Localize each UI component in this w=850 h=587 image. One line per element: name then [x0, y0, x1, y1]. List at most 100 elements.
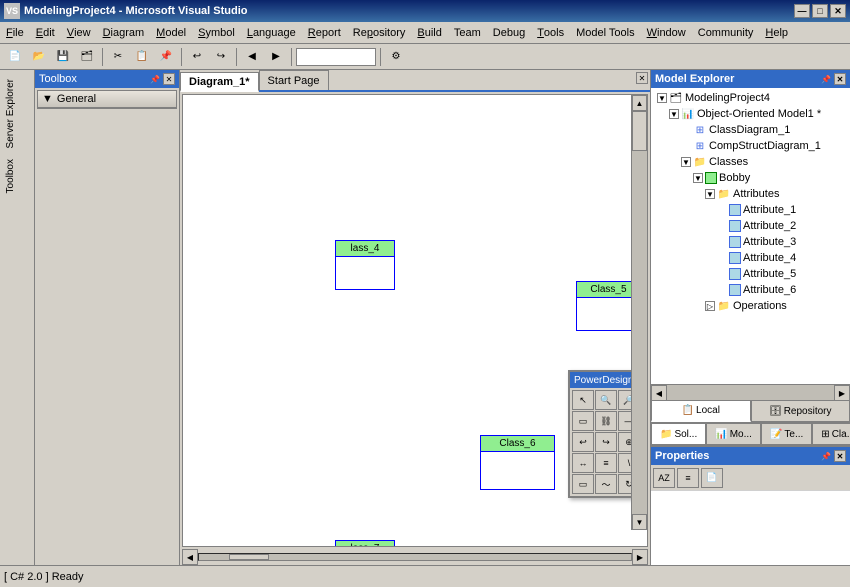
explorer-hscroll[interactable]: ◀ ▶: [651, 384, 850, 400]
uml-class-4[interactable]: lass_4: [335, 240, 395, 290]
menu-model[interactable]: Model: [150, 22, 192, 44]
tree-attr6[interactable]: ▷ Attribute_6: [653, 282, 848, 298]
tree-operations[interactable]: ▷ 📁 Operations: [653, 298, 848, 314]
diagram-canvas[interactable]: lass_4 Class_5 Class_6 lass_7 Class_8: [182, 94, 648, 547]
explorer-close-btn[interactable]: ✕: [834, 73, 846, 85]
palette-q1[interactable]: ↔: [572, 453, 594, 473]
toolbar-icon1[interactable]: ⚙: [385, 46, 407, 68]
toolbar-saveall[interactable]: 🗂: [76, 46, 98, 68]
exp-scroll-left[interactable]: ◀: [651, 385, 667, 401]
prop-az-btn[interactable]: AZ: [653, 468, 675, 488]
tree-attr1[interactable]: ▷ Attribute_1: [653, 202, 848, 218]
menu-repository[interactable]: Repository: [347, 22, 412, 44]
palette-q2[interactable]: ≡: [595, 453, 617, 473]
toolbar-forward[interactable]: ▶: [265, 46, 287, 68]
toolbox-close-btn[interactable]: ✕: [163, 73, 175, 85]
tree-classdiagram[interactable]: ▷ ⊞ ClassDiagram_1: [653, 122, 848, 138]
menu-window[interactable]: Window: [641, 22, 692, 44]
tab-startpage[interactable]: Start Page: [259, 70, 329, 90]
scroll-track-h[interactable]: [198, 553, 632, 561]
menu-diagram[interactable]: Diagram: [97, 22, 151, 44]
tree-attributes[interactable]: ▼ 📁 Attributes: [653, 186, 848, 202]
menu-help[interactable]: Help: [759, 22, 794, 44]
menu-edit[interactable]: Edit: [30, 22, 61, 44]
tab-diagram[interactable]: Diagram_1*: [180, 72, 259, 92]
toolbar-paste[interactable]: 📌: [155, 46, 177, 68]
menu-build[interactable]: Build: [411, 22, 447, 44]
tree-expand-ops[interactable]: ▷: [705, 301, 715, 311]
menu-view[interactable]: View: [61, 22, 97, 44]
toolbar-open[interactable]: 📂: [28, 46, 50, 68]
scroll-thumb-h[interactable]: [229, 554, 269, 560]
palette-link[interactable]: ⛓: [595, 411, 617, 431]
toolbox-pin-btn[interactable]: 📌: [149, 73, 161, 85]
palette-p2[interactable]: ↪: [595, 432, 617, 452]
tree-compdiagram[interactable]: ▷ ⊞ CompStructDiagram_1: [653, 138, 848, 154]
palette-select[interactable]: ▭: [572, 411, 594, 431]
close-button[interactable]: ✕: [830, 4, 846, 18]
explorer-pin-btn[interactable]: 📌: [820, 73, 832, 85]
palette-r2[interactable]: 〜: [595, 474, 617, 494]
scroll-down-arrow[interactable]: ▼: [632, 514, 647, 530]
minimize-button[interactable]: —: [794, 4, 810, 18]
menu-team[interactable]: Team: [448, 22, 487, 44]
tree-expand-classes[interactable]: ▼: [681, 157, 691, 167]
tree-attr4[interactable]: ▷ Attribute_4: [653, 250, 848, 266]
tree-attr5[interactable]: ▷ Attribute_5: [653, 266, 848, 282]
menu-modeltools[interactable]: Model Tools: [570, 22, 641, 44]
palette-p1[interactable]: ↩: [572, 432, 594, 452]
tab-local[interactable]: 📋 Local: [651, 400, 751, 422]
uml-class-6[interactable]: Class_6: [480, 435, 555, 490]
bottom-tab-mo[interactable]: 📊 Mo...: [706, 423, 761, 445]
bottom-tab-sol[interactable]: 📁 Sol...: [651, 423, 706, 445]
scroll-thumb-v[interactable]: [632, 111, 647, 151]
toolbar-copy[interactable]: 📋: [131, 46, 153, 68]
maximize-button[interactable]: □: [812, 4, 828, 18]
tree-expand-model[interactable]: ▼: [669, 109, 679, 119]
toolbar-back[interactable]: ◀: [241, 46, 263, 68]
menu-tools[interactable]: Tools: [531, 22, 570, 44]
toolbar-cut[interactable]: ✂: [107, 46, 129, 68]
tree-classes[interactable]: ▼ 📁 Classes: [653, 154, 848, 170]
diagram-panel-close[interactable]: ✕: [636, 72, 648, 84]
toolbar-redo[interactable]: ↪: [210, 46, 232, 68]
tab-repository[interactable]: 🗄 Repository: [751, 400, 850, 422]
palette-pointer[interactable]: ↖: [572, 390, 594, 410]
toolbar-save[interactable]: 💾: [52, 46, 74, 68]
tree-expand-bobby[interactable]: ▼: [693, 173, 703, 183]
menu-debug[interactable]: Debug: [487, 22, 531, 44]
scroll-left-arrow[interactable]: ◀: [182, 549, 198, 565]
menu-symbol[interactable]: Symbol: [192, 22, 241, 44]
palette-zoom-in[interactable]: 🔍: [595, 390, 617, 410]
toolbox-side-tab[interactable]: Toolbox: [2, 154, 19, 198]
properties-pin-btn[interactable]: 📌: [820, 450, 832, 462]
menu-language[interactable]: Language: [241, 22, 302, 44]
menu-community[interactable]: Community: [692, 22, 760, 44]
menu-file[interactable]: File: [0, 22, 30, 44]
scroll-right-arrow[interactable]: ▶: [632, 549, 648, 565]
palette-r1[interactable]: ▭: [572, 474, 594, 494]
bottom-tab-cla[interactable]: ⊞ Cla...: [812, 423, 850, 445]
tree-expand-project[interactable]: ▼: [657, 93, 667, 103]
exp-scroll-right[interactable]: ▶: [834, 385, 850, 401]
scrollbar-h[interactable]: ◀ ▶: [180, 549, 650, 565]
bottom-tab-te[interactable]: 📝 Te...: [761, 423, 812, 445]
scroll-up-arrow[interactable]: ▲: [632, 95, 647, 111]
exp-scroll-track[interactable]: [667, 385, 834, 400]
properties-close-btn[interactable]: ✕: [834, 450, 846, 462]
server-explorer-tab[interactable]: Server Explorer: [2, 74, 19, 153]
tree-attr3[interactable]: ▷ Attribute_3: [653, 234, 848, 250]
prop-cat-btn[interactable]: ≡: [677, 468, 699, 488]
tree-bobby[interactable]: ▼ Bobby: [653, 170, 848, 186]
tree-model[interactable]: ▼ 📊 Object-Oriented Model1 *: [653, 106, 848, 122]
toolbar-undo[interactable]: ↩: [186, 46, 208, 68]
scrollbar-v[interactable]: ▲ ▼: [631, 95, 647, 530]
tree-attr2[interactable]: ▷ Attribute_2: [653, 218, 848, 234]
toolbar-search[interactable]: [296, 48, 376, 66]
uml-class-7[interactable]: lass_7: [335, 540, 395, 547]
menu-report[interactable]: Report: [302, 22, 347, 44]
toolbox-general-header[interactable]: ▼ General: [38, 91, 176, 108]
tree-project[interactable]: ▼ 🗂 ModelingProject4: [653, 90, 848, 106]
scroll-track-v[interactable]: [632, 111, 647, 514]
prop-pg-btn[interactable]: 📄: [701, 468, 723, 488]
